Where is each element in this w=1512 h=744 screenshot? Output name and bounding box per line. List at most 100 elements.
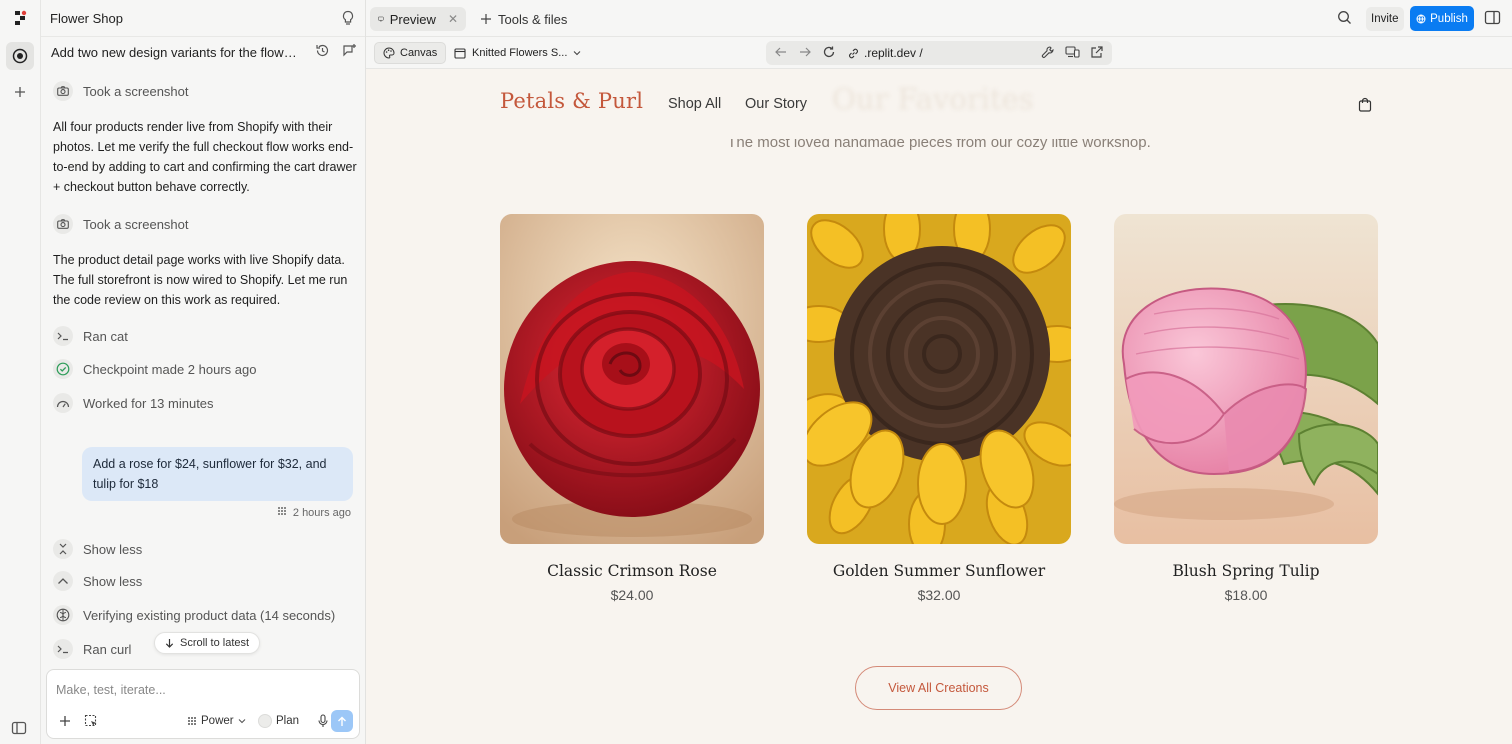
search-icon[interactable] (1337, 10, 1352, 28)
url-text: .replit.dev / (864, 46, 923, 60)
chat-topic-actions (315, 43, 357, 61)
project-select[interactable]: Knitted Flowers S... (454, 43, 581, 63)
terminal-icon (53, 639, 73, 659)
replit-logo-icon[interactable] (13, 10, 27, 26)
devices-icon[interactable] (1065, 45, 1080, 62)
address-bar[interactable]: .replit.dev / (766, 41, 1112, 65)
step-show-less-2[interactable]: Show less (53, 571, 142, 591)
chevron-up-icon (53, 571, 73, 591)
left-rail (0, 0, 41, 744)
arrow-down-icon (165, 639, 174, 648)
workspace-topbar: Preview ✕ Tools & files Invite Publish (366, 0, 1512, 37)
plan-toggle-switch[interactable] (258, 714, 272, 728)
tab-label: Preview (389, 11, 436, 27)
plan-label: Plan (276, 715, 300, 727)
palette-icon (383, 47, 395, 59)
plus-icon (15, 87, 25, 97)
step-ran-cat[interactable]: Ran cat (53, 326, 128, 346)
product-card[interactable]: Golden Summer Sunflower $32.00 (807, 214, 1071, 603)
step-show-less-1[interactable]: Show less (53, 539, 142, 559)
canvas-button[interactable]: Canvas (374, 42, 447, 64)
chat-composer: Power Plan (46, 669, 360, 739)
agent-mode-select[interactable]: Power (187, 715, 246, 727)
new-chat-icon[interactable] (342, 43, 357, 61)
product-price: $18.00 (1224, 587, 1268, 603)
forward-arrow-icon[interactable] (798, 45, 812, 62)
checkpoint-check-icon (53, 359, 73, 379)
site-brand-logo[interactable]: Petals & Purl (500, 89, 643, 113)
back-arrow-icon[interactable] (774, 45, 788, 62)
scroll-to-latest-button[interactable]: Scroll to latest (154, 632, 261, 654)
step-checkpoint[interactable]: Checkpoint made 2 hours ago (53, 359, 256, 379)
step-label: Verifying existing product data (14 seco… (83, 607, 336, 623)
scroll-to-latest-label: Scroll to latest (180, 637, 250, 649)
product-image-tulip[interactable] (1114, 214, 1378, 544)
nav-link-shop-all[interactable]: Shop All (668, 96, 721, 112)
tab-preview[interactable]: Preview ✕ (370, 7, 466, 31)
step-label: Took a screenshot (83, 216, 189, 232)
step-verifying[interactable]: Verifying existing product data (14 seco… (53, 605, 335, 625)
storefront-preview: The most loved handmade pieces from our … (366, 69, 1512, 744)
step-ran-curl[interactable]: Ran curl (53, 639, 131, 659)
chat-input[interactable] (56, 683, 346, 697)
send-button[interactable] (331, 710, 353, 732)
product-name[interactable]: Classic Crimson Rose (500, 562, 764, 580)
product-price: $32.00 (917, 587, 961, 603)
toggle-panel-icon[interactable] (1484, 9, 1501, 29)
monitor-icon (378, 16, 384, 22)
reload-icon[interactable] (822, 45, 836, 62)
step-screenshot-1[interactable]: Took a screenshot (53, 81, 189, 101)
lightbulb-icon[interactable] (341, 10, 355, 29)
publish-button[interactable]: Publish (1410, 6, 1474, 31)
new-tab-button[interactable] (6, 78, 34, 106)
sidebar-icon (11, 721, 27, 735)
link-icon (849, 48, 858, 58)
product-card[interactable]: Blush Spring Tulip $18.00 (1114, 214, 1378, 603)
url-actions (1041, 45, 1104, 62)
user-message-meta: 2 hours ago (277, 506, 351, 519)
select-element-icon[interactable] (81, 711, 101, 731)
plan-toggle[interactable]: Plan (258, 714, 299, 728)
product-image-rose[interactable] (500, 214, 764, 544)
collapse-vertical-icon (53, 539, 73, 559)
plus-icon (481, 14, 491, 24)
window-icon (454, 47, 466, 59)
tab-tools-files[interactable]: Tools & files (472, 7, 575, 31)
open-external-icon[interactable] (1090, 45, 1104, 62)
step-screenshot-2[interactable]: Took a screenshot (53, 214, 189, 234)
step-worked-for[interactable]: Worked for 13 minutes (53, 393, 214, 413)
chevron-down-icon (573, 51, 581, 56)
product-name[interactable]: Golden Summer Sunflower (807, 562, 1071, 580)
record-icon (12, 48, 28, 64)
browser-nav (774, 45, 836, 62)
view-all-creations-button[interactable]: View All Creations (855, 666, 1022, 710)
agent-mode-label: Power (201, 715, 234, 727)
shopping-bag-icon[interactable] (1358, 97, 1372, 115)
nav-link-our-story[interactable]: Our Story (745, 96, 807, 112)
close-icon[interactable]: ✕ (448, 12, 458, 26)
project-label: Knitted Flowers S... (472, 47, 568, 59)
microphone-icon[interactable] (313, 711, 333, 731)
history-icon[interactable] (315, 43, 330, 61)
attach-plus-icon[interactable] (55, 711, 75, 731)
agent-message: The product detail page works with live … (53, 253, 348, 307)
wrench-icon[interactable] (1041, 45, 1055, 62)
product-card[interactable]: Classic Crimson Rose $24.00 (500, 214, 764, 603)
chevron-down-icon (238, 719, 245, 724)
preview-urlbar: Canvas Knitted Flowers S... .replit.dev … (366, 37, 1512, 69)
product-image-sunflower[interactable] (807, 214, 1071, 544)
camera-icon (53, 81, 73, 101)
grid-dots-icon (188, 717, 196, 725)
url-display: .replit.dev / (848, 46, 923, 60)
chat-topic[interactable]: Add two new design variants for the flow… (51, 45, 301, 60)
product-name[interactable]: Blush Spring Tulip (1114, 562, 1378, 580)
gauge-icon (53, 393, 73, 413)
invite-button[interactable]: Invite (1366, 7, 1404, 31)
agent-record-button[interactable] (6, 42, 34, 70)
grip-dots-icon[interactable] (277, 506, 287, 519)
step-label: Worked for 13 minutes (83, 395, 214, 411)
user-message-bubble: Add a rose for $24, sunflower for $32, a… (82, 447, 353, 501)
message-timestamp: 2 hours ago (292, 506, 351, 519)
sidebar-toggle-button[interactable] (11, 720, 27, 739)
publish-label: Publish (1430, 12, 1468, 25)
